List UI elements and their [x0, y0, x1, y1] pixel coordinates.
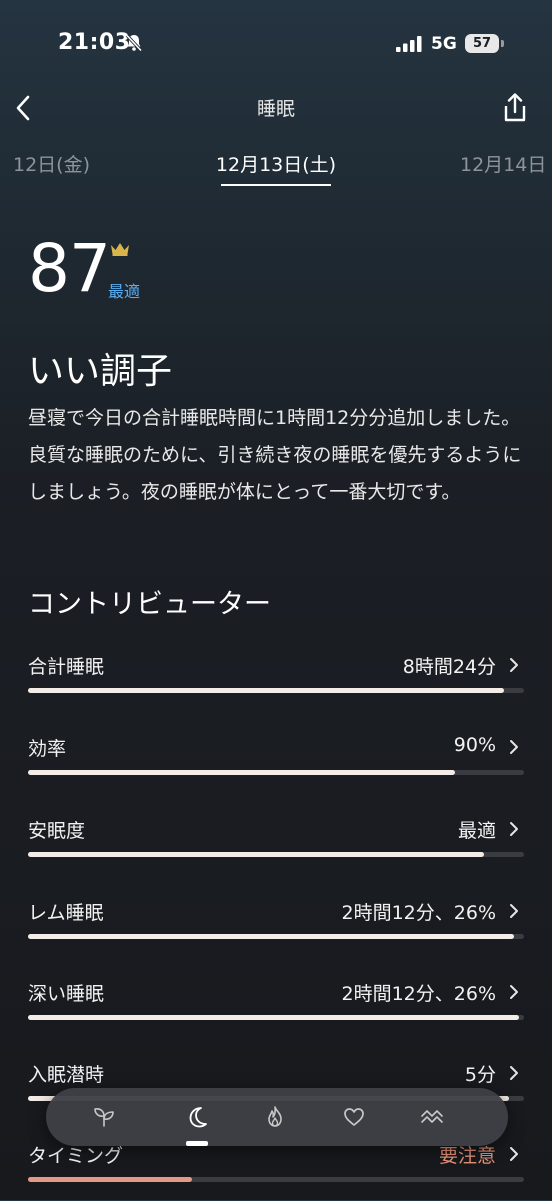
contributor-value: 2時間12分、26% — [341, 983, 497, 1005]
chevron-right-icon — [510, 740, 518, 754]
contributor-deep-sleep[interactable]: 深い睡眠 2時間12分、26% — [28, 979, 524, 1039]
tab-bar — [46, 1088, 508, 1146]
bell-slash-icon — [125, 34, 143, 52]
contributor-value: 2時間12分、26% — [341, 902, 497, 924]
contributor-total-sleep[interactable]: 合計睡眠 8時間24分 — [28, 652, 524, 712]
sprout-icon — [94, 1108, 114, 1127]
progress-fill — [28, 1177, 192, 1182]
progress-fill — [28, 1015, 520, 1020]
sleep-score: 87 — [28, 230, 111, 307]
date-selected-underline — [221, 184, 331, 186]
contributor-name: 安眠度 — [28, 820, 86, 842]
battery-icon: 57 — [465, 34, 499, 53]
share-icon — [504, 93, 526, 122]
contributor-name: 合計睡眠 — [28, 656, 105, 678]
tab-readiness[interactable] — [84, 1097, 124, 1137]
progress-track — [28, 852, 524, 857]
score-label: 最適 — [108, 282, 141, 301]
crown-icon — [111, 243, 129, 256]
chevron-right-icon — [510, 822, 518, 836]
progress-fill — [28, 852, 485, 857]
status-time: 21:03 — [58, 30, 131, 55]
contributor-efficiency[interactable]: 効率 90% — [28, 734, 524, 794]
heart-icon — [344, 1108, 364, 1126]
contributors-title: コントリビューター — [28, 589, 271, 620]
chevron-right-icon — [510, 1147, 518, 1161]
chevron-right-icon — [510, 985, 518, 999]
summary-text: 昼寝で今日の合計睡眠時間に1時間12分分追加しました。良質な睡眠のために、引き続… — [28, 407, 522, 503]
progress-fill — [28, 688, 505, 693]
page-title: 睡眠 — [256, 98, 295, 120]
contributor-timing[interactable]: タイミング 要注意 — [28, 1141, 524, 1201]
waves-icon — [421, 1110, 443, 1123]
progress-track — [28, 1177, 524, 1182]
chevron-right-icon — [510, 904, 518, 918]
contributor-value: 5分 — [464, 1064, 496, 1086]
flame-icon — [268, 1106, 282, 1127]
signal-icon — [396, 36, 422, 52]
date-navigation: 12日(金) 12月13日(土) 12月14日 — [0, 148, 552, 192]
chevron-right-icon — [510, 1066, 518, 1080]
tab-trends[interactable] — [412, 1097, 452, 1137]
contributor-restfulness[interactable]: 安眠度 最適 — [28, 816, 524, 876]
contributor-name: 入眠潜時 — [28, 1064, 105, 1086]
contributor-value: 最適 — [457, 820, 496, 842]
share-button[interactable] — [496, 88, 532, 128]
network-label: 5G — [431, 34, 457, 54]
moon-icon — [189, 1107, 207, 1128]
tab-heart[interactable] — [334, 1097, 374, 1137]
tab-active-indicator — [186, 1141, 208, 1146]
progress-track — [28, 688, 524, 693]
progress-track — [28, 934, 524, 939]
tab-activity[interactable] — [255, 1097, 295, 1137]
contributor-name: 効率 — [28, 738, 67, 760]
progress-fill — [28, 934, 515, 939]
battery-tip — [501, 40, 504, 47]
progress-track — [28, 1015, 524, 1020]
date-next[interactable]: 12月14日 — [460, 150, 546, 177]
progress-fill — [28, 770, 455, 775]
tab-sleep[interactable] — [177, 1097, 217, 1137]
contributor-name: 深い睡眠 — [28, 983, 105, 1005]
headline: いい調子 — [28, 351, 173, 392]
status-bar: 21:03 5G 57 — [0, 0, 552, 88]
progress-track — [28, 770, 524, 775]
contributor-name: レム睡眠 — [28, 902, 104, 924]
contributor-value: 90% — [453, 734, 496, 756]
contributor-value: 8時間24分 — [402, 656, 496, 678]
chevron-right-icon — [510, 658, 518, 672]
contributor-rem-sleep[interactable]: レム睡眠 2時間12分、26% — [28, 898, 524, 958]
